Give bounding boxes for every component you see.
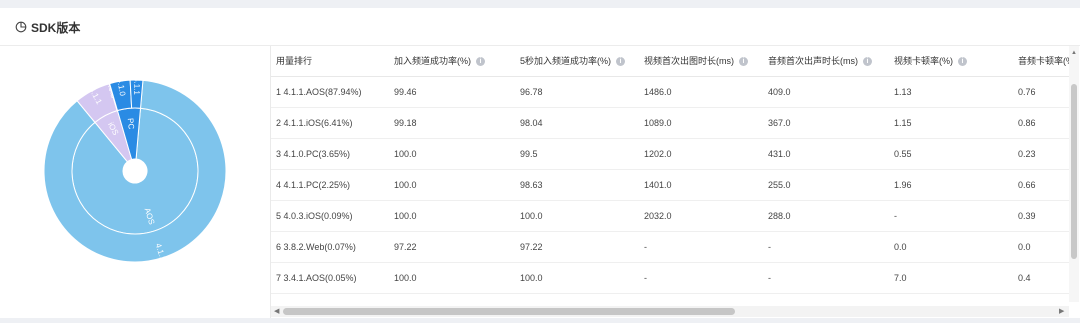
column-header-label: 用量排行 <box>276 56 313 66</box>
table-cell: 98.63 <box>520 180 543 190</box>
table-row[interactable]: 4 4.1.1.PC(2.25%) 100.0 98.63 1401.0 255.0 1.… <box>271 170 1071 201</box>
table-row[interactable]: 1 4.1.1.AOS(87.94%) 99.46 96.78 1486.0 409.0… <box>271 77 1071 108</box>
table-cell: 100.0 <box>520 273 543 283</box>
pie-slice-label: PC <box>126 118 136 130</box>
table-cell: 288.0 <box>768 211 791 221</box>
table-cell: 100.0 <box>394 211 417 221</box>
table-cell: - <box>768 242 771 252</box>
sunburst-chart: AOSiOSPC4.1.14.1.14.0.34.1.04.1.1 <box>43 77 227 262</box>
table-cell: 2032.0 <box>644 211 672 221</box>
table-cell: 0.23 <box>1018 149 1036 159</box>
table-cell: 3 4.1.0.PC(3.65%) <box>276 149 351 159</box>
table-row[interactable]: 5 4.0.3.iOS(0.09%) 100.0 100.0 2032.0 288.0 -… <box>271 201 1071 232</box>
sdk-version-table: 用量排行 加入频道成功率(%) i 5秒加入频道成功率(%) i 视频首次出图时长(ms)… <box>270 46 1080 318</box>
table-cell: 0.0 <box>1018 242 1031 252</box>
table-cell: 0.0 <box>894 242 907 252</box>
table-cell: 2 4.1.1.iOS(6.41%) <box>276 118 353 128</box>
table-cell: - <box>894 211 897 221</box>
pie-slice-label: 4.1.1 <box>132 77 141 95</box>
table-cell: 0.39 <box>1018 211 1036 221</box>
vertical-scrollbar[interactable]: ▲ <box>1069 46 1079 302</box>
scroll-left-arrow-icon[interactable]: ◀ <box>274 307 279 315</box>
table-cell: 1401.0 <box>644 180 672 190</box>
table-cell: 1.13 <box>894 87 912 97</box>
table-header: 用量排行 加入频道成功率(%) i 5秒加入频道成功率(%) i 视频首次出图时长(ms)… <box>271 46 1077 77</box>
table-cell: 98.04 <box>520 118 543 128</box>
table-cell: 255.0 <box>768 180 791 190</box>
table-cell: 1.15 <box>894 118 912 128</box>
table-cell: 1.96 <box>894 180 912 190</box>
card-header: SDK版本 <box>0 8 1080 46</box>
column-header-label: 视频首次出图时长(ms) <box>644 56 734 66</box>
table-cell: 431.0 <box>768 149 791 159</box>
info-icon[interactable]: i <box>863 57 872 67</box>
table-cell: 97.22 <box>394 242 417 252</box>
table-cell: 367.0 <box>768 118 791 128</box>
table-cell: 0.86 <box>1018 118 1036 128</box>
table-cell: 100.0 <box>394 180 417 190</box>
table-cell: 99.18 <box>394 118 417 128</box>
column-header: 5秒加入频道成功率(%) i <box>520 46 626 77</box>
table-cell: 4 4.1.1.PC(2.25%) <box>276 180 351 190</box>
table-cell: - <box>768 273 771 283</box>
scroll-up-arrow-icon[interactable]: ▲ <box>1070 49 1078 57</box>
column-header: 视频首次出图时长(ms) i <box>644 46 748 77</box>
table-cell: 100.0 <box>394 149 417 159</box>
horizontal-scroll-thumb[interactable] <box>283 308 735 315</box>
vertical-scroll-thumb[interactable] <box>1071 84 1077 259</box>
info-icon[interactable]: i <box>739 57 748 67</box>
table-row[interactable]: 6 3.8.2.Web(0.07%) 97.22 97.22 - - 0.0 0.0 <box>271 232 1071 263</box>
table-cell: 7.0 <box>894 273 907 283</box>
scroll-right-arrow-icon[interactable]: ▶ <box>1059 307 1064 315</box>
column-header: 用量排行 <box>276 46 312 77</box>
column-header-label: 5秒加入频道成功率(%) <box>520 56 612 66</box>
info-icon[interactable]: i <box>616 57 626 67</box>
table-row[interactable]: 7 3.4.1.AOS(0.05%) 100.0 100.0 - - 7.0 0.4 <box>271 263 1071 294</box>
info-icon[interactable]: i <box>958 57 967 67</box>
horizontal-scrollbar[interactable]: ◀ ▶ <box>271 306 1069 317</box>
table-cell: - <box>644 273 647 283</box>
table-cell: 1486.0 <box>644 87 672 97</box>
table-cell: 6 3.8.2.Web(0.07%) <box>276 242 356 252</box>
column-header-label: 音频首次出声时长(ms) <box>768 56 858 66</box>
table-cell: 97.22 <box>520 242 543 252</box>
table-cell: 100.0 <box>520 211 543 221</box>
table-cell: 96.78 <box>520 87 543 97</box>
table-cell: 99.46 <box>394 87 417 97</box>
table-cell: 1 4.1.1.AOS(87.94%) <box>276 87 362 97</box>
table-cell: 1089.0 <box>644 118 672 128</box>
table-cell: 5 4.0.3.iOS(0.09%) <box>276 211 353 221</box>
table-cell: 100.0 <box>394 273 417 283</box>
table-cell: 0.66 <box>1018 180 1036 190</box>
table-cell: 409.0 <box>768 87 791 97</box>
column-header: 加入频道成功率(%) i <box>394 46 485 77</box>
table-cell: 0.76 <box>1018 87 1036 97</box>
card-title: SDK版本 <box>31 21 81 35</box>
pie-chart-icon <box>15 21 27 33</box>
column-header-label: 加入频道成功率(%) <box>394 56 471 66</box>
table-row[interactable]: 2 4.1.1.iOS(6.41%) 99.18 98.04 1089.0 367.0 1… <box>271 108 1071 139</box>
info-icon[interactable]: i <box>476 57 485 67</box>
table-cell: - <box>644 242 647 252</box>
column-header: 视频卡顿率(%) i <box>894 46 967 77</box>
sdk-version-chart: AOSiOSPC4.1.14.1.14.0.34.1.04.1.1 <box>0 46 270 318</box>
table-cell: 7 3.4.1.AOS(0.05%) <box>276 273 357 283</box>
table-cell: 0.55 <box>894 149 912 159</box>
table-cell: 0.4 <box>1018 273 1031 283</box>
table-cell: 1202.0 <box>644 149 672 159</box>
sdk-version-card: SDK版本 AOSiOSPC4.1.14.1.14.0.34.1.04.1.1 … <box>0 8 1080 318</box>
column-header: 音频首次出声时长(ms) i <box>768 46 872 77</box>
column-header-label: 视频卡顿率(%) <box>894 56 953 66</box>
table-row[interactable]: 3 4.1.0.PC(3.65%) 100.0 99.5 1202.0 431.0 0.5… <box>271 139 1071 170</box>
table-cell: 99.5 <box>520 149 538 159</box>
